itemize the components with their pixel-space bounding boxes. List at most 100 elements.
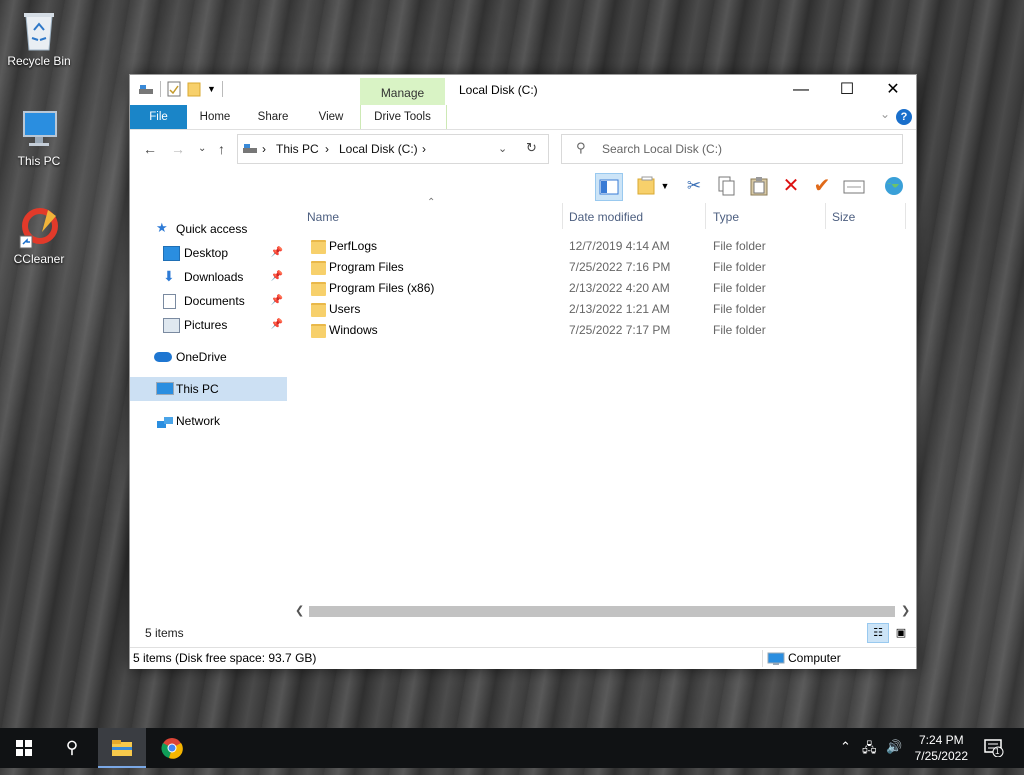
network-icon xyxy=(156,414,173,428)
column-header-size[interactable]: Size xyxy=(832,206,855,228)
address-bar[interactable]: › This PC › Local Disk (C:) › ⌄ xyxy=(237,134,549,164)
checkmark-icon[interactable]: ✔ xyxy=(809,173,835,199)
start-button[interactable] xyxy=(0,728,48,768)
address-dropdown-icon[interactable]: ⌄ xyxy=(498,142,507,155)
clock-date: 7/25/2022 xyxy=(914,749,968,763)
cut-icon[interactable]: ✂ xyxy=(681,173,707,199)
file-date-modified: 2/13/2022 1:21 AM xyxy=(569,302,670,316)
desktop-icon-label: This PC xyxy=(17,154,61,168)
nav-item-this-pc[interactable]: This PC xyxy=(130,377,287,401)
search-input[interactable]: ⚲ Search Local Disk (C:) xyxy=(561,134,903,164)
file-name: PerfLogs xyxy=(329,239,378,253)
help-icon[interactable]: ? xyxy=(896,109,912,125)
ribbon-expand-icon[interactable]: ⌄ xyxy=(880,107,890,121)
sort-arrow-icon: ⌃ xyxy=(427,197,436,208)
close-button[interactable]: ✕ xyxy=(870,75,916,105)
pin-icon[interactable]: 📌 xyxy=(271,265,283,289)
nav-item-network[interactable]: Network xyxy=(130,409,287,433)
desktop-icon-recycle-bin[interactable]: Recycle Bin xyxy=(2,8,76,68)
scrollbar-thumb[interactable] xyxy=(309,606,895,617)
delete-icon[interactable]: ✕ xyxy=(778,173,804,199)
table-row[interactable]: Program Files (x86) 2/13/2022 4:20 AM File… xyxy=(293,278,893,299)
details-view-icon[interactable]: ☷ xyxy=(867,623,889,643)
nav-item-label: Desktop xyxy=(184,246,229,260)
scroll-right-icon[interactable]: ❯ xyxy=(901,604,910,617)
title-bar: ▼ Manage Local Disk (C:) — ☐ ✕ xyxy=(130,75,916,105)
show-hidden-icons-chevron-icon[interactable]: ⌃ xyxy=(840,739,851,755)
column-header-name[interactable]: Name xyxy=(307,206,339,228)
table-row[interactable]: Program Files 7/25/2022 7:16 PM File folde… xyxy=(293,257,893,278)
nav-item-documents[interactable]: Documents 📌 xyxy=(130,289,287,313)
search-icon[interactable]: ⚲ xyxy=(48,728,96,768)
ccleaner-icon xyxy=(18,206,60,249)
pin-icon[interactable]: 📌 xyxy=(271,289,283,313)
horizontal-scrollbar[interactable]: ❮ ❯ xyxy=(293,603,913,620)
breadcrumb-separator[interactable]: › xyxy=(262,142,266,156)
paste-icon[interactable] xyxy=(746,173,772,199)
notification-center-icon[interactable]: 1 xyxy=(984,739,1004,760)
taskbar-file-explorer[interactable] xyxy=(98,728,146,768)
maximize-button[interactable]: ☐ xyxy=(824,75,870,105)
copy-icon[interactable] xyxy=(714,173,740,199)
refresh-button[interactable]: ↻ xyxy=(526,140,537,156)
column-header-type[interactable]: Type xyxy=(713,206,739,228)
desktop-folder-icon xyxy=(163,246,180,261)
pin-icon[interactable]: 📌 xyxy=(271,313,283,337)
status-detail: 5 items (Disk free space: 93.7 GB) xyxy=(133,651,317,665)
network-status-icon[interactable]: 🖧 xyxy=(862,739,877,761)
volume-icon[interactable]: 🔊 xyxy=(886,739,902,755)
minimize-button[interactable]: — xyxy=(778,75,824,105)
desktop-icon-this-pc[interactable]: This PC xyxy=(2,108,76,168)
large-icons-view-icon[interactable]: ▣ xyxy=(890,623,912,643)
up-button[interactable]: ↑ xyxy=(218,141,225,157)
globe-icon[interactable] xyxy=(881,173,907,199)
table-row[interactable]: PerfLogs 12/7/2019 4:14 AM File folder xyxy=(293,236,893,257)
file-date-modified: 12/7/2019 4:14 AM xyxy=(569,239,670,253)
back-button[interactable]: ← xyxy=(143,141,157,157)
nav-item-downloads[interactable]: ⬇ Downloads 📌 xyxy=(130,265,287,289)
status-bar: 5 items (Disk free space: 93.7 GB) Compu… xyxy=(130,647,916,669)
new-folder-icon[interactable] xyxy=(187,81,201,97)
file-list: ⌃ Name Date modified Type Size PerfLogs 1… xyxy=(293,197,913,603)
recent-locations-chevron-icon[interactable]: ⌄ xyxy=(198,143,206,154)
column-divider xyxy=(705,203,706,229)
breadcrumb-local-disk[interactable]: Local Disk (C:) xyxy=(339,142,418,156)
computer-icon xyxy=(18,108,60,150)
file-type: File folder xyxy=(713,239,766,253)
drive-icon[interactable] xyxy=(138,82,154,96)
nav-item-pictures[interactable]: Pictures 📌 xyxy=(130,313,287,337)
rename-icon[interactable] xyxy=(841,173,867,199)
properties-icon[interactable] xyxy=(167,81,181,97)
column-header-date[interactable]: Date modified xyxy=(569,206,643,228)
pin-icon[interactable]: 📌 xyxy=(271,241,283,265)
tab-view[interactable]: View xyxy=(308,105,354,129)
table-row[interactable]: Windows 7/25/2022 7:17 PM File folder xyxy=(293,320,893,341)
forward-button[interactable]: → xyxy=(171,141,185,157)
tab-drive-tools[interactable]: Drive Tools xyxy=(360,105,445,129)
item-count: 5 items xyxy=(145,626,184,640)
new-item-icon[interactable] xyxy=(634,173,660,199)
table-row[interactable]: Users 2/13/2022 1:21 AM File folder xyxy=(293,299,893,320)
breadcrumb-this-pc[interactable]: This PC xyxy=(276,142,319,156)
download-icon: ⬇ xyxy=(163,268,175,284)
nav-item-desktop[interactable]: Desktop 📌 xyxy=(130,241,287,265)
desktop-icon-label: CCleaner xyxy=(13,252,65,266)
desktop-icon-ccleaner[interactable]: CCleaner xyxy=(2,206,76,266)
breadcrumb-separator[interactable]: › xyxy=(325,142,329,156)
breadcrumb-separator[interactable]: › xyxy=(422,142,426,156)
customize-dropdown-icon[interactable]: ▼ xyxy=(207,84,216,94)
nav-item-quick-access[interactable]: ★ Quick access xyxy=(130,217,287,241)
preview-pane-icon[interactable] xyxy=(595,173,623,201)
nav-item-onedrive[interactable]: OneDrive xyxy=(130,345,287,369)
folder-icon xyxy=(311,282,326,296)
tab-share[interactable]: Share xyxy=(250,105,296,129)
scroll-left-icon[interactable]: ❮ xyxy=(295,604,304,617)
new-item-dropdown-icon[interactable]: ▼ xyxy=(659,173,671,199)
tab-file[interactable]: File xyxy=(130,105,187,129)
taskbar-clock[interactable]: 7:24 PM 7/25/2022 xyxy=(915,732,968,764)
tab-home[interactable]: Home xyxy=(192,105,238,129)
tab-manage[interactable]: Manage xyxy=(360,78,445,105)
file-name: Windows xyxy=(329,323,378,337)
taskbar-chrome[interactable] xyxy=(148,728,196,768)
nav-item-label: Downloads xyxy=(184,270,244,284)
